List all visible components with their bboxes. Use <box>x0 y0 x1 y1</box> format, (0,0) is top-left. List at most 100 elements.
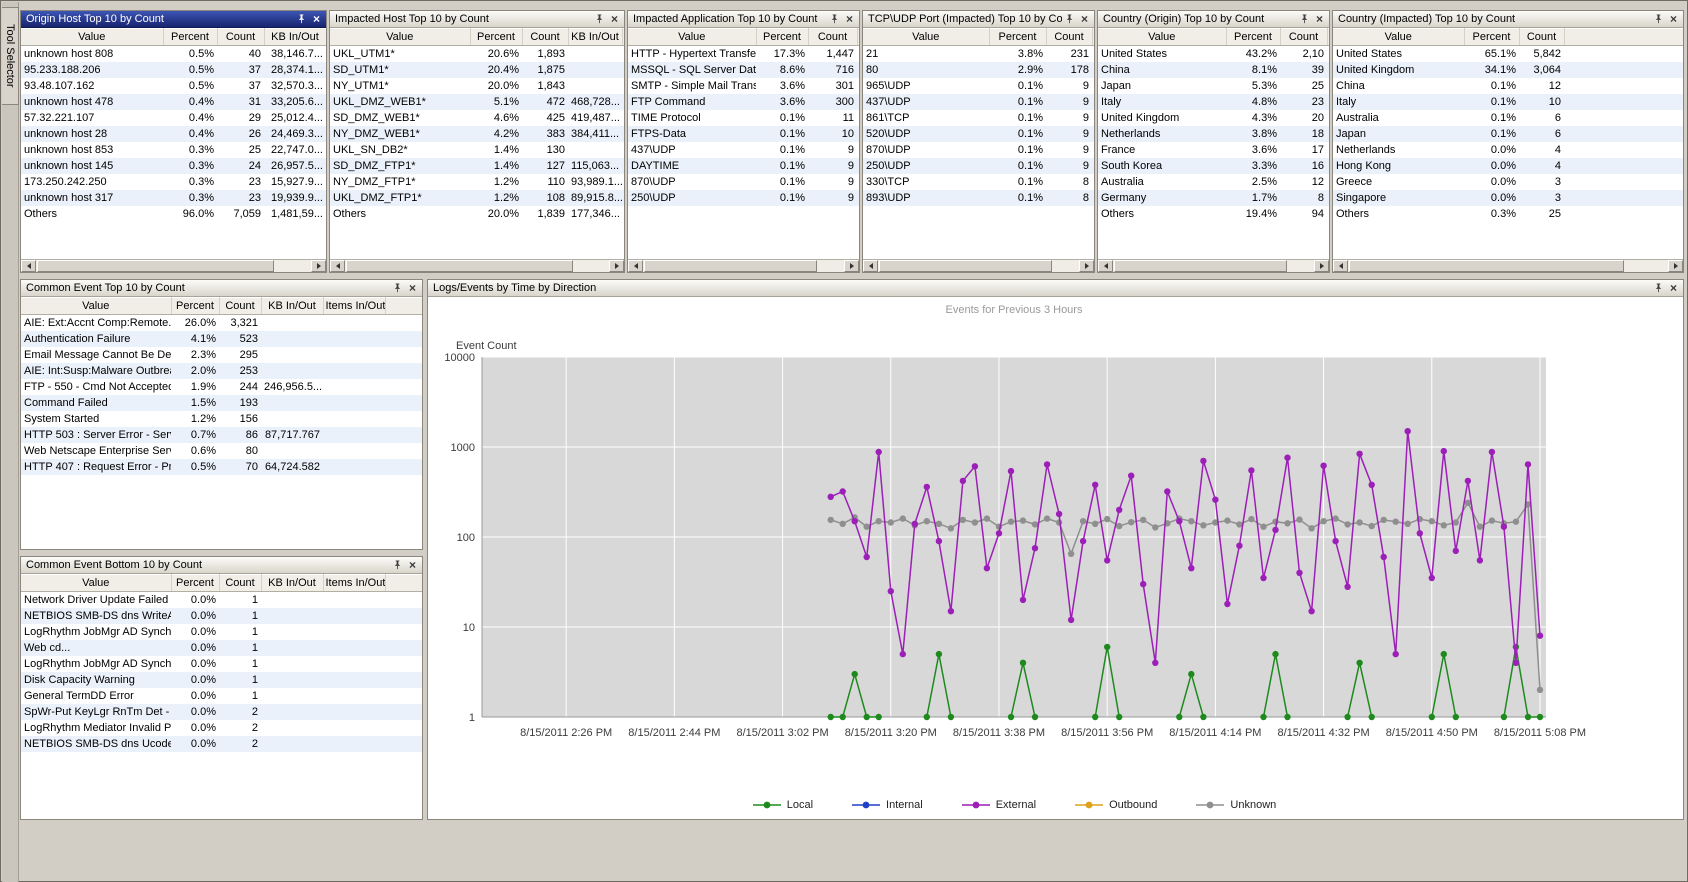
pin-icon[interactable] <box>390 281 405 296</box>
column-header-kb-in-out[interactable]: KB In/Out <box>261 575 323 592</box>
scroll-left-button[interactable] <box>21 260 36 272</box>
pin-icon[interactable] <box>827 12 842 27</box>
table-row[interactable]: Singapore0.0%3 <box>1333 190 1683 206</box>
column-header-value[interactable]: Value <box>1333 29 1464 46</box>
table-row[interactable]: Authentication Failure4.1%523 <box>21 331 422 347</box>
scrollbar-track[interactable] <box>878 260 1079 272</box>
table-row[interactable]: UKL_SN_DB2*1.4%130 <box>330 142 624 158</box>
scrollbar-thumb[interactable] <box>879 260 1052 272</box>
table-row[interactable]: Australia2.5%12 <box>1098 174 1329 190</box>
table-row[interactable]: LogRhythm Mediator Invalid Pr...0.0%2 <box>21 720 422 736</box>
scrollbar-track[interactable] <box>1348 260 1668 272</box>
table-row[interactable]: United Kingdom34.1%3,064 <box>1333 62 1683 78</box>
tool-selector-tab[interactable]: Tool Selector <box>2 7 19 105</box>
column-header-percent[interactable]: Percent <box>1226 29 1280 46</box>
table-row[interactable]: HTTP 407 : Request Error - Pr...0.5%7064… <box>21 459 422 475</box>
table-row[interactable]: Australia0.1%6 <box>1333 110 1683 126</box>
pin-icon[interactable] <box>1651 281 1666 296</box>
pin-icon[interactable] <box>592 12 607 27</box>
table-row[interactable]: 95.233.188.2060.5%3728,374.1... <box>21 62 326 78</box>
table-row[interactable]: MSSQL - SQL Server Data...8.6%716 <box>628 62 859 78</box>
table-row[interactable]: 870\UDP0.1%9 <box>863 142 1094 158</box>
table-row[interactable]: 893\UDP0.1%8 <box>863 190 1094 206</box>
column-header-kb-in-out[interactable]: KB In/Out <box>568 29 622 46</box>
table-row[interactable]: UKL_UTM1*20.6%1,893 <box>330 46 624 62</box>
column-header-value[interactable]: Value <box>21 575 171 592</box>
table-row[interactable]: unknown host 8080.5%4038,146.7... <box>21 46 326 62</box>
table-row[interactable]: 173.250.242.2500.3%2315,927.9... <box>21 174 326 190</box>
column-header-count[interactable]: Count <box>219 575 261 592</box>
table-row[interactable]: unknown host 280.4%2624,469.3... <box>21 126 326 142</box>
pin-icon[interactable] <box>294 12 309 27</box>
scroll-right-button[interactable] <box>609 260 624 272</box>
table-row[interactable]: United States43.2%2,10 <box>1098 46 1329 62</box>
scrollbar-track[interactable] <box>1113 260 1314 272</box>
table-row[interactable]: General TermDD Error0.0%1 <box>21 688 422 704</box>
column-header-count[interactable]: Count <box>522 29 568 46</box>
column-header-kb-in-out[interactable]: KB In/Out <box>261 298 323 315</box>
panel-titlebar[interactable]: Impacted Application Top 10 by Count × <box>628 11 859 28</box>
table-row[interactable]: unknown host 4780.4%3133,205.6... <box>21 94 326 110</box>
table-row[interactable]: DAYTIME0.1%9 <box>628 158 859 174</box>
table-row[interactable]: AIE: Ext:Accnt Comp:Remote...26.0%3,321 <box>21 315 422 331</box>
panel-titlebar[interactable]: Impacted Host Top 10 by Count × <box>330 11 624 28</box>
panel-titlebar[interactable]: Country (Impacted) Top 10 by Count × <box>1333 11 1683 28</box>
scroll-left-button[interactable] <box>1333 260 1348 272</box>
scroll-right-button[interactable] <box>1668 260 1683 272</box>
scroll-left-button[interactable] <box>330 260 345 272</box>
column-header-value[interactable]: Value <box>21 29 163 46</box>
column-header-value[interactable]: Value <box>1098 29 1226 46</box>
table-row[interactable]: FTP Command3.6%300 <box>628 94 859 110</box>
close-icon[interactable]: × <box>405 281 420 296</box>
table-row[interactable]: unknown host 3170.3%2319,939.9... <box>21 190 326 206</box>
table-row[interactable]: United Kingdom4.3%20 <box>1098 110 1329 126</box>
table-row[interactable]: China8.1%39 <box>1098 62 1329 78</box>
table-row[interactable]: TIME Protocol0.1%11 <box>628 110 859 126</box>
scroll-left-button[interactable] <box>628 260 643 272</box>
table-row[interactable]: Disk Capacity Warning0.0%1 <box>21 672 422 688</box>
scroll-right-button[interactable] <box>1314 260 1329 272</box>
horizontal-scrollbar[interactable] <box>21 259 326 272</box>
table-row[interactable]: 870\UDP0.1%9 <box>628 174 859 190</box>
pin-icon[interactable] <box>390 558 405 573</box>
table-row[interactable]: LogRhythm JobMgr AD Synch...0.0%1 <box>21 656 422 672</box>
horizontal-scrollbar[interactable] <box>1333 259 1683 272</box>
column-header-count[interactable]: Count <box>217 29 264 46</box>
table-row[interactable]: UKL_DMZ_WEB1*5.1%472468,728... <box>330 94 624 110</box>
pin-icon[interactable] <box>1062 12 1077 27</box>
column-header-count[interactable]: Count <box>219 298 261 315</box>
table-row[interactable]: Others0.3%25 <box>1333 206 1683 222</box>
column-header-percent[interactable]: Percent <box>171 298 219 315</box>
table-row[interactable]: 57.32.221.1070.4%2925,012.4... <box>21 110 326 126</box>
scrollbar-thumb[interactable] <box>37 260 274 272</box>
table-row[interactable]: NY_DMZ_WEB1*4.2%383384,411... <box>330 126 624 142</box>
close-icon[interactable]: × <box>1312 12 1327 27</box>
panel-titlebar[interactable]: Logs/Events by Time by Direction × <box>428 280 1683 297</box>
table-row[interactable]: South Korea3.3%16 <box>1098 158 1329 174</box>
close-icon[interactable]: × <box>309 12 324 27</box>
horizontal-scrollbar[interactable] <box>330 259 624 272</box>
close-icon[interactable]: × <box>607 12 622 27</box>
column-header-percent[interactable]: Percent <box>171 575 219 592</box>
scroll-right-button[interactable] <box>844 260 859 272</box>
table-row[interactable]: SMTP - Simple Mail Transf...3.6%301 <box>628 78 859 94</box>
table-row[interactable]: Japan5.3%25 <box>1098 78 1329 94</box>
close-icon[interactable]: × <box>1077 12 1092 27</box>
table-row[interactable]: Germany1.7%8 <box>1098 190 1329 206</box>
table-row[interactable]: United States65.1%5,842 <box>1333 46 1683 62</box>
table-row[interactable]: SD_DMZ_FTP1*1.4%127115,063... <box>330 158 624 174</box>
horizontal-scrollbar[interactable] <box>1098 259 1329 272</box>
scrollbar-thumb[interactable] <box>1114 260 1287 272</box>
table-row[interactable]: NETBIOS SMB-DS dns WriteA...0.0%1 <box>21 608 422 624</box>
column-header-percent[interactable]: Percent <box>163 29 217 46</box>
table-row[interactable]: Italy4.8%23 <box>1098 94 1329 110</box>
column-header-count[interactable]: Count <box>808 29 857 46</box>
table-row[interactable]: NETBIOS SMB-DS dns Ucode...0.0%2 <box>21 736 422 752</box>
column-header-percent[interactable]: Percent <box>1464 29 1519 46</box>
table-row[interactable]: SD_UTM1*20.4%1,875 <box>330 62 624 78</box>
scroll-left-button[interactable] <box>1098 260 1113 272</box>
column-header-value[interactable]: Value <box>628 29 756 46</box>
column-header-value[interactable]: Value <box>330 29 470 46</box>
table-row[interactable]: HTTP 503 : Server Error - Serv...0.7%868… <box>21 427 422 443</box>
column-header-items-in-out[interactable]: Items In/Out <box>323 298 385 315</box>
